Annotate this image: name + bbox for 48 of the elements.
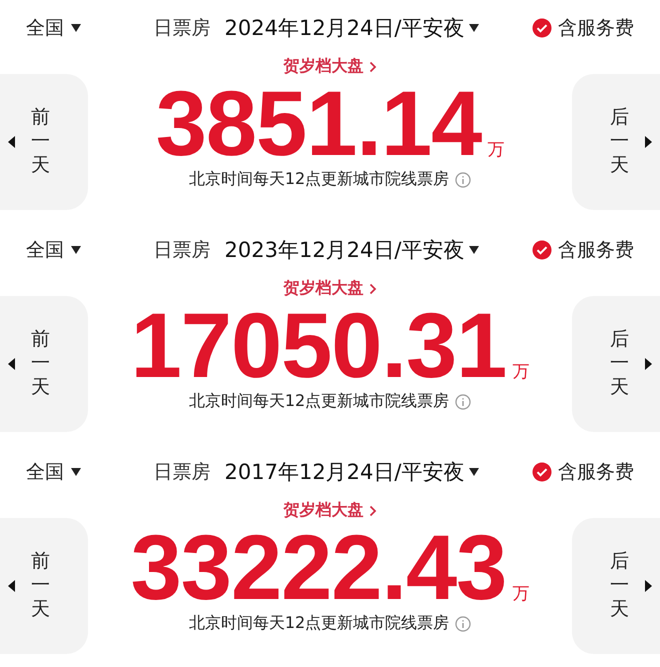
- box-office-amount: 3851.14: [156, 77, 482, 171]
- unit-label: 万: [512, 361, 530, 383]
- info-icon: [455, 616, 472, 632]
- update-note: 北京时间每天12点更新城市院线票房: [188, 169, 450, 190]
- caret-down-icon: [70, 245, 82, 255]
- previous-day-button[interactable]: 前一天: [0, 296, 88, 432]
- box-office-amount: 33222.43: [130, 521, 506, 615]
- right-triangle-icon: [645, 580, 652, 592]
- chevron-right-icon: [368, 504, 376, 516]
- date-dropdown[interactable]: 2023年12月24日/平安夜: [224, 236, 480, 264]
- chevron-right-icon: [368, 282, 376, 294]
- caret-down-icon: [70, 467, 82, 477]
- caret-down-icon: [468, 467, 480, 477]
- right-triangle-icon: [645, 358, 652, 370]
- previous-day-button[interactable]: 前一天: [0, 74, 88, 210]
- unit-label: 万: [512, 583, 530, 605]
- region-dropdown[interactable]: 全国: [26, 237, 82, 263]
- next-day-button[interactable]: 后一天: [572, 74, 660, 210]
- left-triangle-icon: [8, 358, 15, 370]
- market-link[interactable]: 贺岁档大盘: [284, 56, 376, 77]
- update-note: 北京时间每天12点更新城市院线票房: [188, 391, 450, 412]
- page-title: 日票房: [154, 16, 211, 41]
- service-fee-toggle[interactable]: 含服务费: [532, 237, 634, 263]
- chevron-right-icon: [368, 60, 376, 72]
- page-title: 日票房: [154, 460, 211, 485]
- caret-down-icon: [70, 23, 82, 33]
- left-triangle-icon: [8, 580, 15, 592]
- update-note: 北京时间每天12点更新城市院线票房: [188, 613, 450, 634]
- left-triangle-icon: [8, 136, 15, 148]
- previous-day-button[interactable]: 前一天: [0, 518, 88, 654]
- service-fee-toggle[interactable]: 含服务费: [532, 15, 634, 41]
- unit-label: 万: [487, 139, 504, 161]
- caret-down-icon: [468, 245, 480, 255]
- region-dropdown[interactable]: 全国: [26, 15, 82, 41]
- info-icon: [455, 172, 472, 188]
- market-link[interactable]: 贺岁档大盘: [284, 278, 376, 299]
- info-icon: [455, 394, 472, 410]
- right-triangle-icon: [645, 136, 652, 148]
- service-fee-toggle[interactable]: 含服务费: [532, 459, 634, 485]
- region-dropdown[interactable]: 全国: [26, 459, 82, 485]
- page-title: 日票房: [154, 238, 211, 263]
- caret-down-icon: [468, 23, 480, 33]
- next-day-button[interactable]: 后一天: [572, 296, 660, 432]
- date-dropdown[interactable]: 2017年12月24日/平安夜: [224, 458, 480, 486]
- box-office-amount: 17050.31: [130, 299, 506, 393]
- date-dropdown[interactable]: 2024年12月24日/平安夜: [224, 14, 480, 42]
- next-day-button[interactable]: 后一天: [572, 518, 660, 654]
- market-link[interactable]: 贺岁档大盘: [284, 500, 376, 521]
